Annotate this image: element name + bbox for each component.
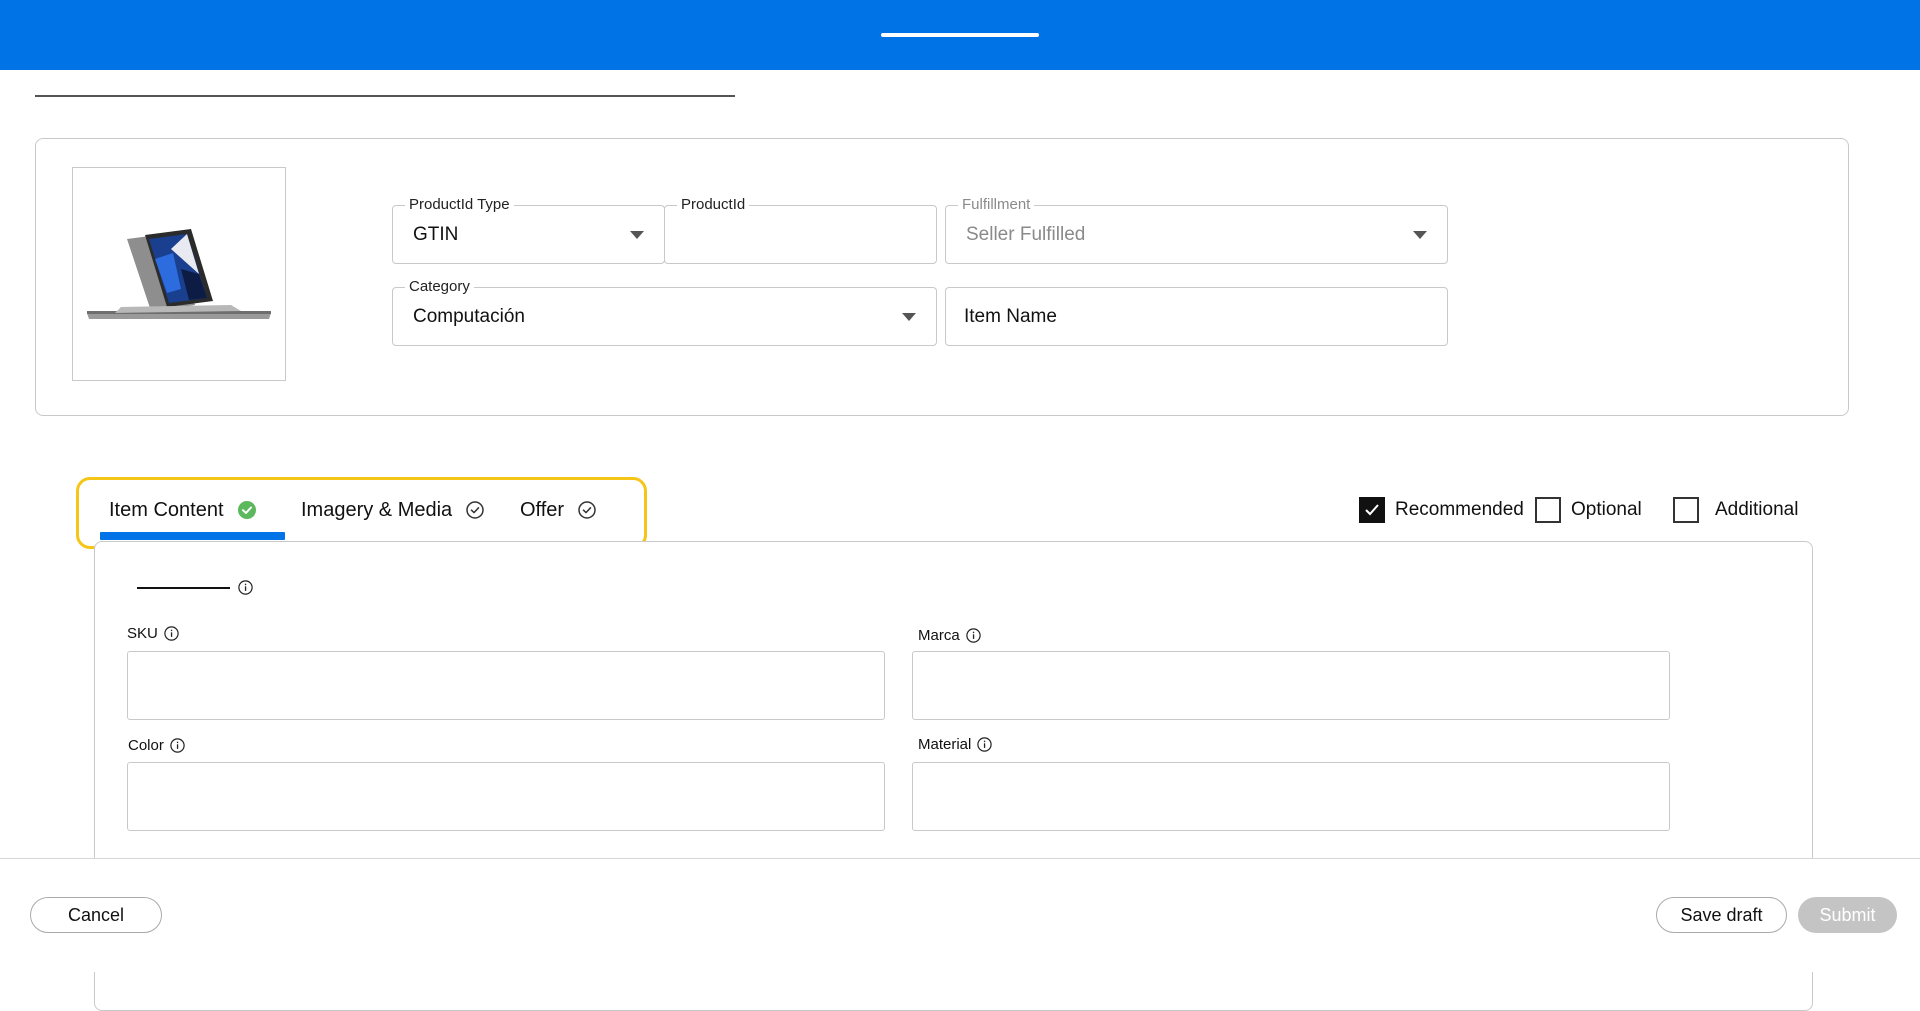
checkmark-icon bbox=[1365, 504, 1379, 516]
material-label-text: Material bbox=[918, 736, 972, 753]
active-tab-indicator bbox=[100, 532, 285, 540]
sku-label: SKU bbox=[127, 625, 179, 642]
filter-label: Recommended bbox=[1395, 499, 1524, 520]
tab-imagery-media[interactable]: Imagery & Media bbox=[301, 495, 484, 525]
checkbox-unchecked[interactable] bbox=[1673, 497, 1699, 523]
color-label: Color bbox=[128, 737, 185, 754]
filter-label: Optional bbox=[1571, 499, 1642, 520]
fulfillment-label: Fulfillment bbox=[958, 196, 1035, 213]
product-thumbnail bbox=[72, 167, 286, 381]
drag-handle[interactable] bbox=[881, 33, 1039, 37]
checkbox-checked[interactable] bbox=[1359, 497, 1385, 523]
productid-type-value: GTIN bbox=[413, 223, 459, 245]
product-summary-card bbox=[35, 138, 1849, 416]
info-icon[interactable] bbox=[170, 738, 185, 753]
productid-type-label: ProductId Type bbox=[405, 196, 514, 213]
filter-label: Additional bbox=[1715, 499, 1799, 520]
fulfillment-select[interactable]: Fulfillment Seller Fulfilled bbox=[945, 196, 1448, 264]
item-name-placeholder: Item Name bbox=[964, 305, 1057, 327]
tab-label: Offer bbox=[520, 498, 565, 521]
laptop-image bbox=[87, 229, 271, 319]
check-circle-outline-icon bbox=[466, 501, 484, 519]
top-header-bar bbox=[0, 0, 1920, 70]
submit-button[interactable]: Submit bbox=[1798, 897, 1897, 933]
productid-input[interactable]: ProductId bbox=[664, 196, 937, 264]
save-draft-button[interactable]: Save draft bbox=[1656, 897, 1787, 933]
category-value: Computación bbox=[413, 305, 525, 327]
footer-action-bar: Cancel Save draft Submit bbox=[0, 858, 1920, 972]
tab-label: Item Content bbox=[109, 498, 224, 521]
info-icon[interactable] bbox=[965, 628, 981, 643]
cancel-button[interactable]: Cancel bbox=[30, 897, 162, 933]
check-circle-filled-icon bbox=[237, 501, 256, 519]
color-input[interactable] bbox=[127, 762, 885, 831]
fulfillment-value: Seller Fulfilled bbox=[966, 223, 1086, 245]
filter-optional[interactable]: Optional bbox=[1535, 496, 1642, 524]
material-label: Material bbox=[918, 736, 993, 753]
tab-item-content[interactable]: Item Content bbox=[109, 495, 256, 525]
info-icon[interactable] bbox=[164, 626, 179, 641]
color-label-text: Color bbox=[128, 737, 164, 754]
sku-label-text: SKU bbox=[127, 625, 158, 642]
checkbox-unchecked[interactable] bbox=[1535, 497, 1561, 523]
section-title-placeholder bbox=[137, 587, 230, 589]
page-title-underline bbox=[35, 95, 735, 97]
filter-recommended[interactable]: Recommended bbox=[1359, 496, 1524, 524]
info-icon[interactable] bbox=[977, 737, 993, 752]
chevron-down-icon bbox=[902, 312, 916, 321]
tab-label: Imagery & Media bbox=[301, 498, 453, 521]
marca-input[interactable] bbox=[912, 651, 1670, 720]
tab-offer[interactable]: Offer bbox=[520, 495, 596, 525]
marca-label-text: Marca bbox=[918, 627, 960, 644]
filter-additional[interactable]: Additional bbox=[1673, 496, 1798, 524]
item-name-input[interactable]: Item Name bbox=[945, 287, 1448, 346]
category-label: Category bbox=[405, 278, 474, 295]
productid-label: ProductId bbox=[677, 196, 750, 213]
info-icon[interactable] bbox=[238, 580, 253, 595]
material-input[interactable] bbox=[912, 762, 1670, 831]
check-circle-outline-icon bbox=[578, 501, 596, 519]
marca-label: Marca bbox=[918, 627, 981, 644]
category-select[interactable]: Category Computación bbox=[392, 278, 937, 346]
productid-type-select[interactable]: ProductId Type GTIN bbox=[392, 196, 665, 264]
chevron-down-icon bbox=[1413, 230, 1427, 239]
sku-input[interactable] bbox=[127, 651, 885, 720]
chevron-down-icon bbox=[630, 230, 644, 239]
